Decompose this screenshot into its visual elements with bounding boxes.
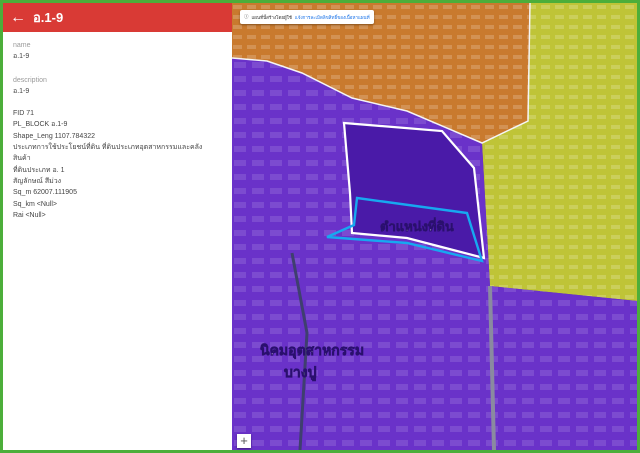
description-line: Shape_Leng 1107.784322 (13, 132, 96, 140)
description-value: อ.1-9 FID 71 PL_BLOCK อ.1-9 Shape_Leng 1… (13, 86, 222, 221)
report-link[interactable]: แจ้งการละเมิดลิขสิทธิ์ของเนื้อหาแผนที่ (295, 14, 370, 21)
name-label: name (13, 42, 31, 49)
land-location-label: ตำแหน่งที่ดิน (380, 217, 454, 234)
map-view[interactable]: ตำแหน่งที่ดิน นิคมอุตสาหกรรม บางปู ⓘ แผน… (231, 3, 637, 450)
description-line: Rai <Null> (13, 211, 46, 219)
panel-content: name อ.1-9 description อ.1-9 FID 71 PL_B… (3, 32, 232, 229)
description-line: FID 71 (13, 110, 35, 118)
map-canvas[interactable]: ตำแหน่งที่ดิน นิคมอุตสาหกรรม บางปู (231, 3, 637, 450)
zoom-in-button[interactable]: + (237, 434, 251, 448)
description-line: สัญลักษณ์ สีม่วง (13, 177, 62, 185)
info-icon: ⓘ (244, 14, 249, 19)
info-panel: ← อ.1-9 name อ.1-9 description อ.1-9 FID… (3, 3, 233, 450)
description-line: PL_BLOCK อ.1-9 (13, 121, 68, 129)
notice-text: แผนที่นี้สร้างโดยผู้ใช้ (251, 14, 292, 20)
name-value: อ.1-9 (13, 53, 30, 61)
description-line: อ.1-9 (13, 87, 30, 95)
description-line: Sq_m 62007.111905 (13, 189, 77, 197)
description-line: สินค้า (13, 155, 31, 163)
app-frame: ← อ.1-9 name อ.1-9 description อ.1-9 FID… (3, 3, 637, 450)
back-arrow-icon[interactable]: ← (3, 3, 33, 32)
description-line: ประเภทการใช้ประโยชน์ที่ดิน ที่ดินประเภทอ… (13, 144, 203, 152)
description-line: ที่ดินประเภท อ. 1 (13, 166, 65, 174)
panel-title: อ.1-9 (33, 10, 64, 25)
map-notice: ⓘ แผนที่นี้สร้างโดยผู้ใช้ แจ้งการละเมิดล… (240, 10, 374, 24)
description-line: Sq_km <Null> (13, 200, 57, 208)
estate-label-line1: นิคมอุตสาหกรรม (260, 342, 364, 359)
estate-label-line2: บางปู (284, 364, 317, 381)
description-label: description (13, 76, 47, 84)
panel-header: ← อ.1-9 (3, 3, 232, 32)
